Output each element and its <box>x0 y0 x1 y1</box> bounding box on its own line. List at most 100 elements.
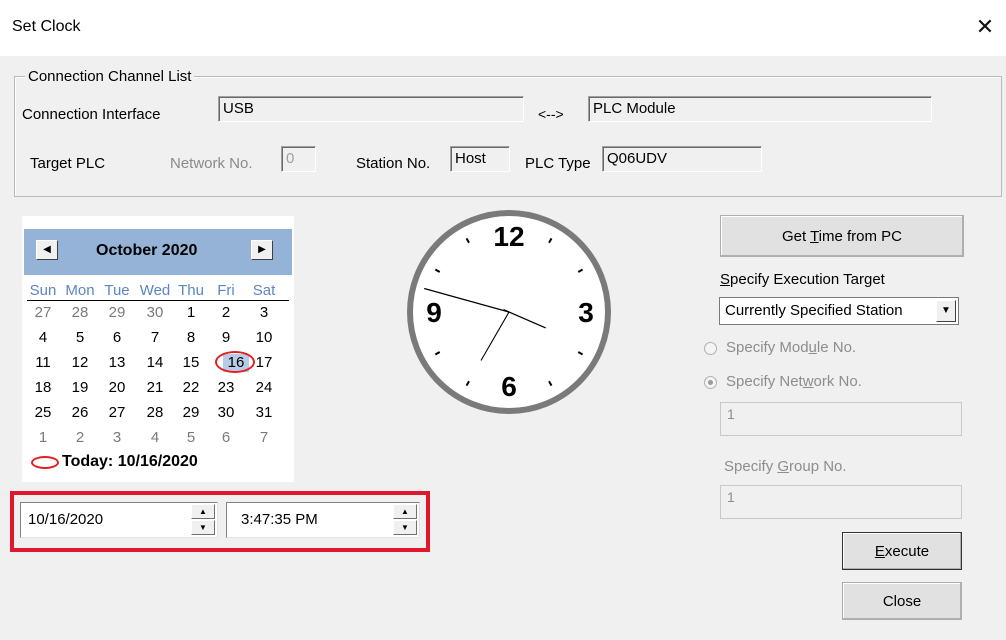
date-spin-down-button[interactable]: ▼ <box>191 520 215 535</box>
specify-network-radio[interactable] <box>704 376 717 389</box>
calendar-day[interactable]: 10 <box>247 328 281 348</box>
calendar-day[interactable]: 8 <box>174 328 208 348</box>
window-title: Set Clock <box>12 18 81 35</box>
calendar-day[interactable]: 31 <box>247 403 281 423</box>
chevron-left-icon: ◀ <box>43 244 51 255</box>
close-button[interactable]: Close <box>842 582 962 620</box>
weekday-header: Sun <box>29 282 57 299</box>
today-marker-circle <box>215 351 255 373</box>
clock-numeral-12: 12 <box>493 221 524 252</box>
calendar-day[interactable]: 28 <box>138 403 172 423</box>
weekday-header: Mon <box>65 282 95 299</box>
calendar-day[interactable]: 3 <box>100 428 134 448</box>
weekday-header: Thu <box>178 282 204 299</box>
station-no-value: Host <box>450 146 510 172</box>
calendar-day[interactable]: 3 <box>247 303 281 323</box>
calendar-day[interactable]: 5 <box>63 328 97 348</box>
connection-interface-label: Connection Interface <box>22 106 161 123</box>
clock-numeral-3: 3 <box>578 297 594 328</box>
station-no-label: Station No. <box>356 155 431 172</box>
analog-clock: 12 3 6 9 <box>407 210 611 414</box>
time-value[interactable]: 3:47:35 PM <box>241 511 318 528</box>
calendar-day[interactable]: 30 <box>138 303 172 323</box>
spin-up-icon: ▲ <box>199 507 207 516</box>
weekday-divider <box>27 300 289 301</box>
calendar-day[interactable]: 30 <box>209 403 243 423</box>
calendar-day[interactable]: 7 <box>247 428 281 448</box>
calendar-day[interactable]: 27 <box>26 303 60 323</box>
execute-button[interactable]: Execute <box>842 532 962 570</box>
date-spin-up-button[interactable]: ▲ <box>191 504 215 519</box>
connection-group-title: Connection Channel List <box>25 68 195 85</box>
date-value[interactable]: 10/16/2020 <box>28 511 103 528</box>
spin-down-icon: ▼ <box>199 523 207 532</box>
chevron-down-icon[interactable]: ▼ <box>936 300 956 322</box>
specify-network-label: Specify Network No. <box>726 373 862 390</box>
weekday-header: Sat <box>252 282 276 299</box>
calendar-day[interactable]: 6 <box>100 328 134 348</box>
calendar-day[interactable]: 25 <box>26 403 60 423</box>
spin-up-icon: ▲ <box>401 507 409 516</box>
calendar-day[interactable]: 29 <box>174 403 208 423</box>
calendar-day[interactable]: 12 <box>63 353 97 373</box>
weekday-header: Wed <box>139 282 171 299</box>
execute-label: Execute <box>874 542 930 560</box>
time-spin-down-button[interactable]: ▼ <box>393 520 417 535</box>
calendar-day[interactable]: 2 <box>209 303 243 323</box>
connection-interface-value: USB <box>218 96 524 122</box>
calendar-day[interactable]: 5 <box>174 428 208 448</box>
calendar-day[interactable]: 27 <box>100 403 134 423</box>
execution-target-select[interactable]: Currently Specified Station ▼ <box>719 297 959 325</box>
calendar-month-title[interactable]: October 2020 <box>96 242 197 260</box>
calendar-day[interactable]: 9 <box>209 328 243 348</box>
plc-type-label: PLC Type <box>525 155 591 172</box>
calendar-day[interactable]: 20 <box>100 378 134 398</box>
calendar-day[interactable]: 2 <box>63 428 97 448</box>
specify-module-radio[interactable] <box>704 342 717 355</box>
network-no-label: Network No. <box>170 155 253 172</box>
network-no-input[interactable]: 1 <box>720 402 962 436</box>
network-no-value: 0 <box>281 146 316 172</box>
plc-type-value: Q06UDV <box>602 146 762 172</box>
title-bar <box>0 0 1006 56</box>
calendar-day[interactable]: 6 <box>209 428 243 448</box>
weekday-header: Tue <box>104 282 130 299</box>
calendar-day[interactable]: 22 <box>174 378 208 398</box>
clock-numeral-9: 9 <box>426 297 442 328</box>
get-time-label: Get Time from PC <box>781 227 903 245</box>
time-spin-up-button[interactable]: ▲ <box>393 504 417 519</box>
calendar-day[interactable]: 1 <box>26 428 60 448</box>
execution-target-label: Specify Execution Target <box>720 271 885 288</box>
spin-down-icon: ▼ <box>401 523 409 532</box>
calendar-day[interactable]: 4 <box>26 328 60 348</box>
connection-arrow: <--> <box>538 106 564 122</box>
calendar-day[interactable]: 23 <box>209 378 243 398</box>
calendar-day[interactable]: 21 <box>138 378 172 398</box>
calendar-day[interactable]: 29 <box>100 303 134 323</box>
calendar-day[interactable]: 13 <box>100 353 134 373</box>
connection-group <box>14 76 1002 197</box>
calendar-day[interactable]: 7 <box>138 328 172 348</box>
close-icon[interactable]: ✕ <box>968 10 1002 44</box>
prev-month-button[interactable]: ◀ <box>36 240 58 260</box>
calendar-day[interactable]: 11 <box>26 353 60 373</box>
plc-module-value: PLC Module <box>588 96 932 122</box>
calendar-day[interactable]: 18 <box>26 378 60 398</box>
calendar-day[interactable]: 14 <box>138 353 172 373</box>
calendar-day[interactable]: 15 <box>174 353 208 373</box>
calendar-day[interactable]: 4 <box>138 428 172 448</box>
calendar-day[interactable]: 24 <box>247 378 281 398</box>
chevron-right-icon: ▶ <box>258 244 266 255</box>
calendar-day[interactable]: 19 <box>63 378 97 398</box>
get-time-from-pc-button[interactable]: Get Time from PC <box>720 215 964 257</box>
calendar-day[interactable]: 26 <box>63 403 97 423</box>
today-link[interactable]: Today: 10/16/2020 <box>62 453 198 471</box>
calendar-day[interactable]: 1 <box>174 303 208 323</box>
calendar-day[interactable]: 28 <box>63 303 97 323</box>
group-no-input[interactable]: 1 <box>720 485 962 519</box>
weekday-header: Fri <box>217 282 235 299</box>
target-plc-label: Target PLC <box>30 155 106 172</box>
today-marker-icon <box>31 456 59 469</box>
next-month-button[interactable]: ▶ <box>251 240 273 260</box>
group-no-label: Specify Group No. <box>724 458 847 475</box>
